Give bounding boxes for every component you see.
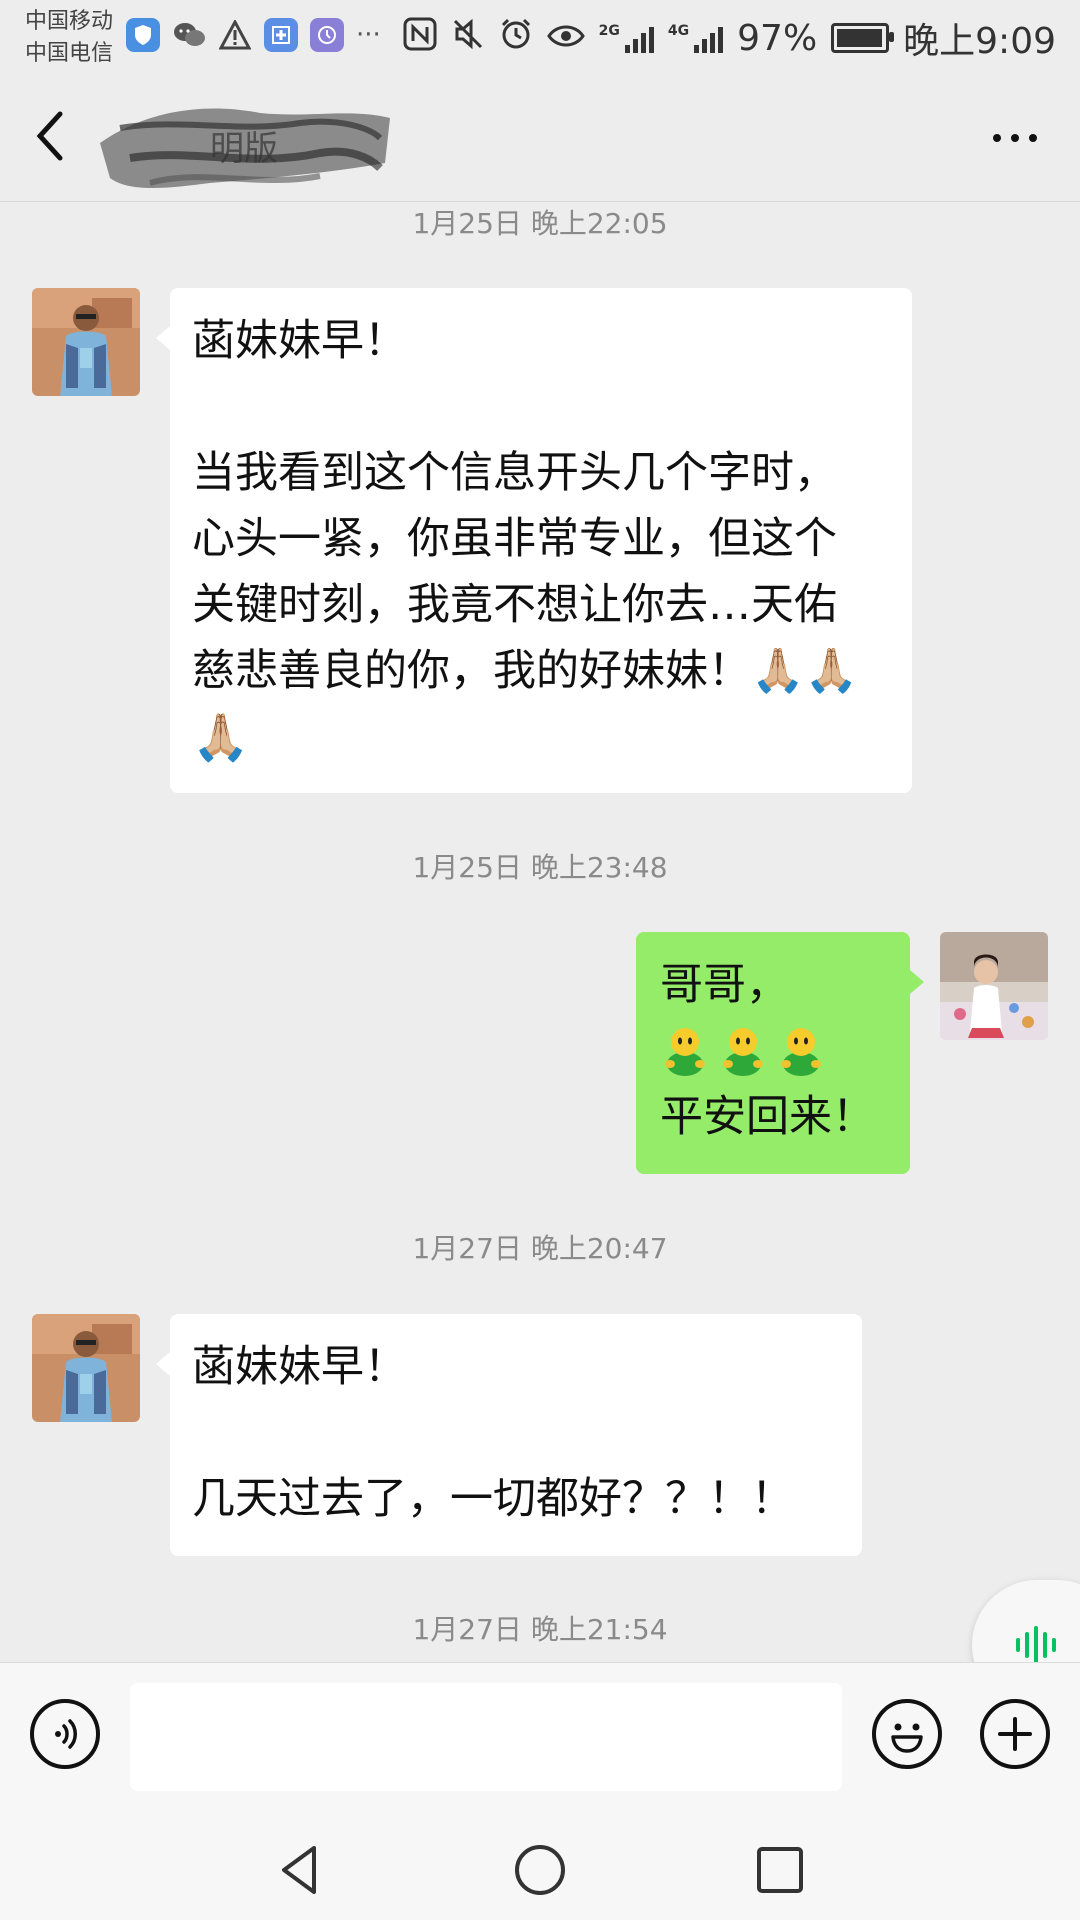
avatar-contact[interactable]	[32, 1314, 140, 1422]
more-dots-icon	[993, 134, 1001, 142]
status-bar: 中国移动 中国电信 ··· 2G 4G 97% 晚上9:09	[0, 0, 1080, 78]
carrier-1: 中国移动	[25, 9, 114, 34]
emoji-button[interactable]	[872, 1699, 942, 1769]
message-bubble-incoming[interactable]: 菡妹妹早！ 当我看到这个信息开头几个字时， 心头一紧，你虽非常专业，但这个 关键…	[156, 288, 912, 793]
nav-recents-button[interactable]	[750, 1840, 810, 1900]
battery-icon	[831, 23, 895, 53]
timestamp: 1月27日 晚上21:54	[412, 1613, 668, 1646]
message-line: 几天过去了，一切都好？？！！	[192, 1474, 794, 1524]
self-avatar-image	[940, 932, 1048, 1040]
smiley-emoji-row	[660, 1018, 886, 1084]
praying-hands-emoji: 🙏🏼	[192, 710, 250, 764]
clock-time: 晚上9:09	[903, 21, 1056, 62]
carrier-info: 中国移动 中国电信	[25, 6, 113, 70]
warning-icon	[218, 18, 252, 52]
redaction-scribble: 明版	[100, 108, 390, 188]
chevron-left-icon	[36, 111, 63, 161]
system-nav-bar	[0, 1810, 1080, 1920]
hospital-app-icon	[264, 18, 298, 52]
message-line: 菡妹妹早！	[192, 316, 407, 366]
message-line: 哥哥，	[660, 960, 789, 1010]
timestamp: 1月27日 晚上20:47	[412, 1232, 668, 1265]
notification-icons: ···	[126, 18, 381, 52]
chat-header: 明版	[0, 78, 1080, 202]
signal-2g-icon: 2G	[599, 23, 654, 53]
message-line	[192, 1400, 840, 1466]
message-line	[192, 374, 890, 440]
system-status: 2G 4G 97% 晚上9:09	[403, 12, 1056, 64]
avatar-contact[interactable]	[32, 288, 140, 396]
input-bar	[0, 1662, 1080, 1811]
plus-button[interactable]	[980, 1699, 1050, 1769]
wechat-icon	[172, 18, 206, 52]
timestamp: 1月25日 晚上23:48	[412, 851, 668, 884]
battery-percent: 97%	[737, 17, 818, 59]
message-line: 当我看到这个信息开头几个字时，	[192, 448, 837, 498]
recents-square-icon	[757, 1847, 803, 1893]
green-smiley-emoji	[781, 1028, 821, 1076]
plus-icon	[998, 1717, 1032, 1751]
message-bubble-incoming[interactable]: 菡妹妹早！ 几天过去了，一切都好？？！！	[156, 1314, 862, 1556]
green-smiley-emoji	[723, 1028, 763, 1076]
message-bubble-outgoing[interactable]: 哥哥， 平安回来！	[636, 932, 924, 1174]
shield-icon	[126, 18, 160, 52]
message-line: 慈悲善良的你，我的好妹妹！🙏🏼🙏🏼	[192, 646, 859, 696]
back-triangle-icon	[282, 1846, 316, 1894]
eye-comfort-icon	[546, 18, 585, 59]
timestamp: 1月25日 晚上22:05	[412, 207, 668, 240]
more-notifications-icon: ···	[356, 20, 381, 50]
contact-avatar-image	[32, 1314, 140, 1422]
message-input[interactable]	[130, 1683, 842, 1791]
message-line: 菡妹妹早！	[192, 1342, 407, 1392]
carrier-2: 中国电信	[25, 41, 114, 66]
nfc-icon	[403, 17, 437, 60]
back-button[interactable]	[30, 106, 90, 176]
alarm-icon	[499, 17, 533, 60]
emoji-icon	[891, 1723, 923, 1753]
message-line: 平安回来！	[660, 1092, 875, 1142]
chat-title: 明版	[90, 88, 400, 198]
clock-app-icon	[310, 18, 344, 52]
nav-back-button[interactable]	[270, 1840, 330, 1900]
nav-home-button[interactable]	[510, 1840, 570, 1900]
message-line: 关键时刻，我竟不想让你去…天佑	[192, 580, 837, 630]
voice-mode-button[interactable]	[30, 1699, 100, 1769]
home-circle-icon	[515, 1845, 565, 1895]
message-line: 心头一紧，你虽非常专业，但这个	[192, 514, 837, 564]
green-smiley-emoji	[665, 1028, 705, 1076]
mute-icon	[451, 17, 485, 60]
more-button[interactable]	[980, 118, 1050, 158]
svg-text:明版: 明版	[210, 129, 278, 169]
avatar-self[interactable]	[940, 932, 1048, 1040]
contact-avatar-image	[32, 288, 140, 396]
voice-mode-icon	[55, 1719, 77, 1749]
signal-4g-icon: 4G	[668, 23, 724, 53]
